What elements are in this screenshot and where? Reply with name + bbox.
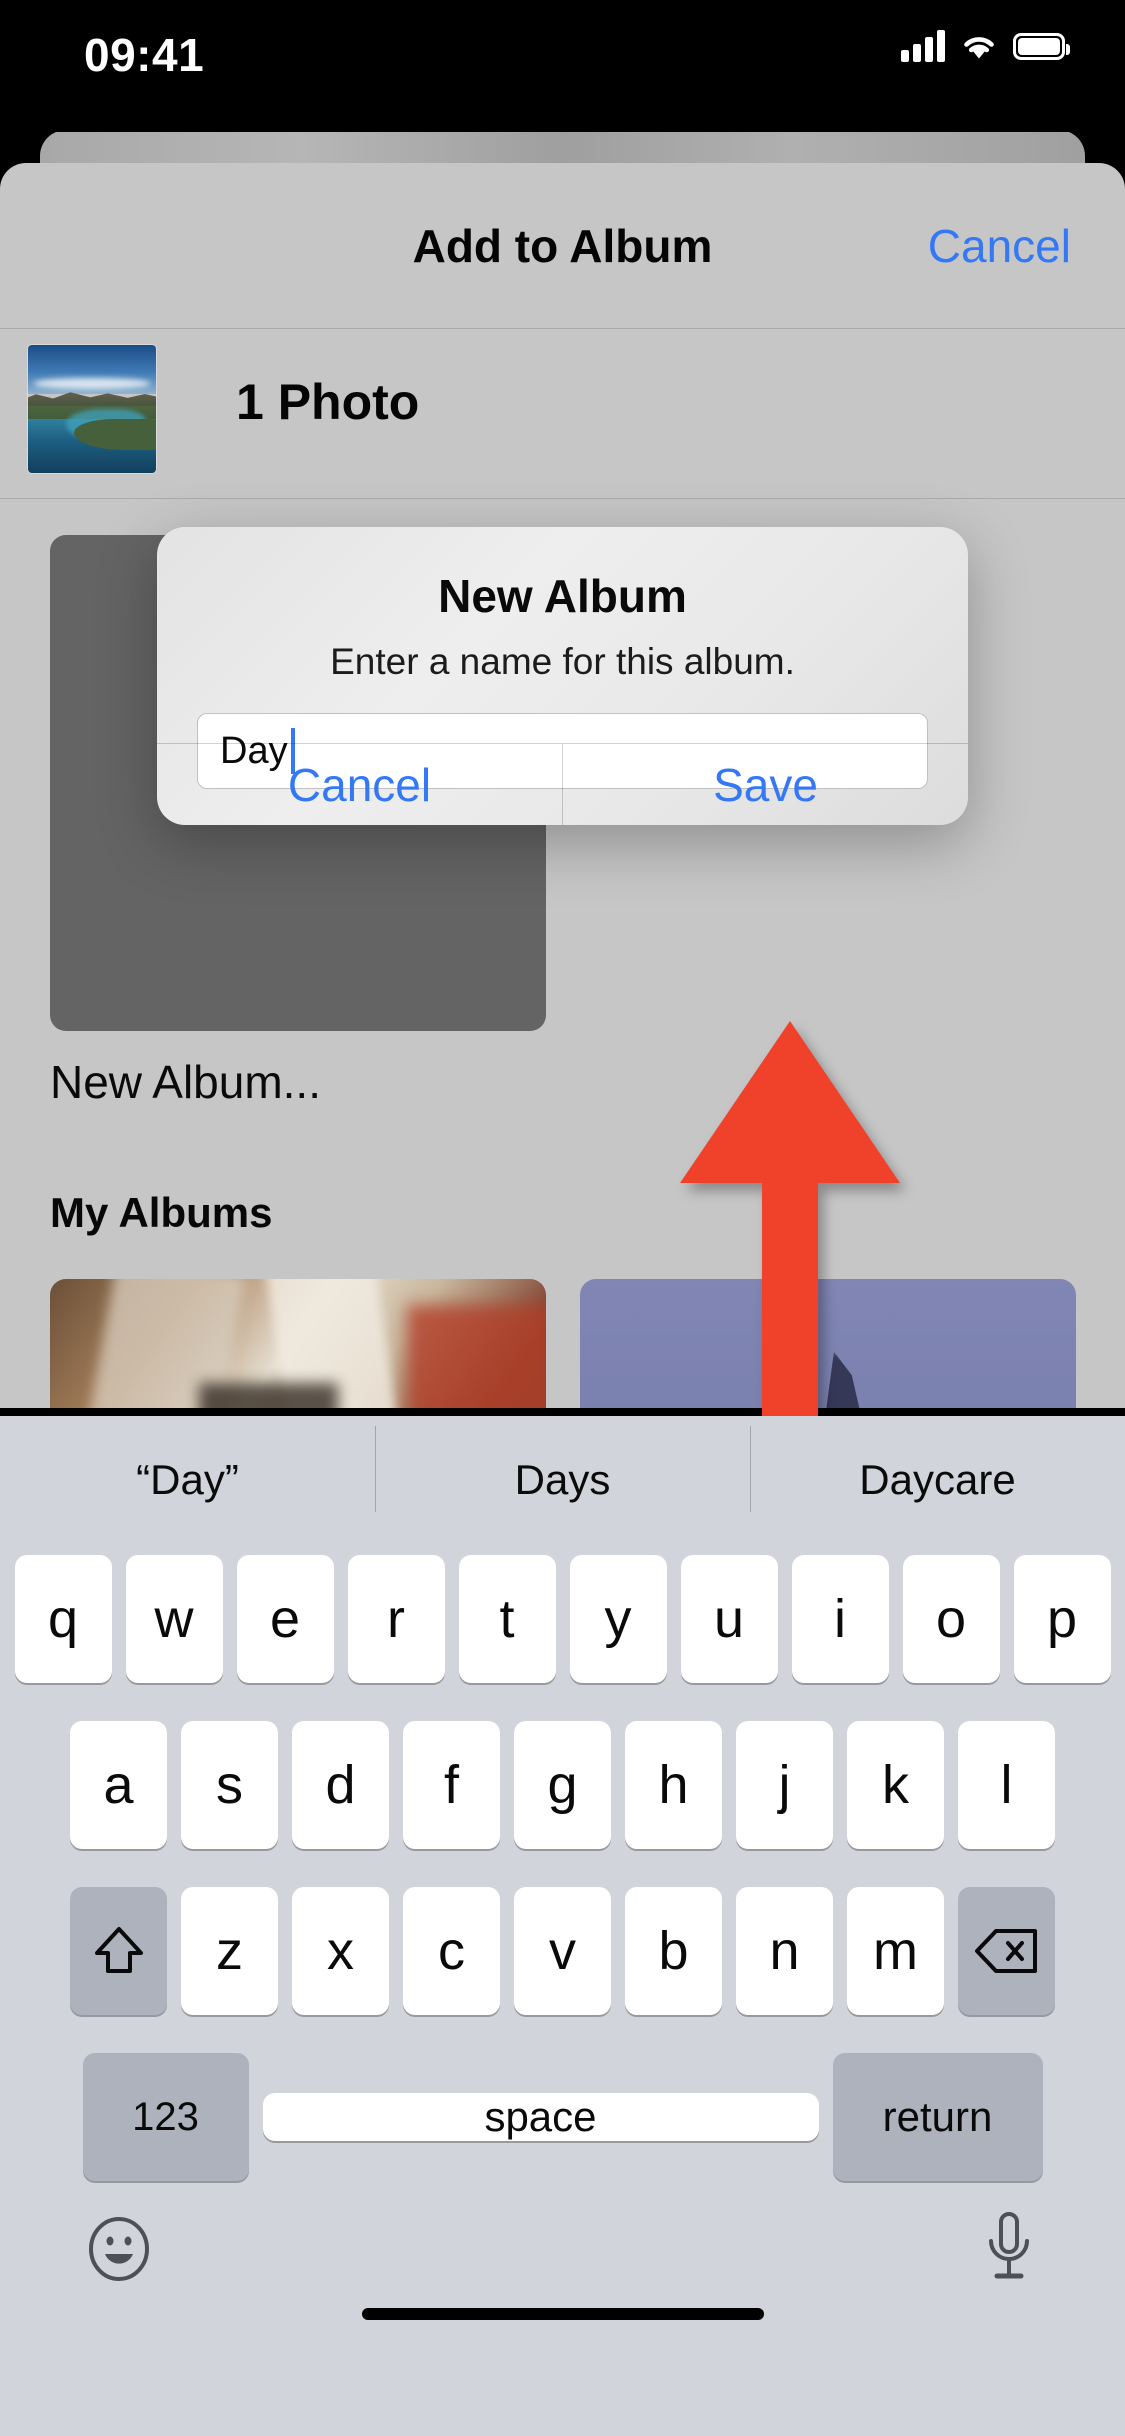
keyboard-row-3: z x c v b n m — [0, 1876, 1125, 2026]
key-a[interactable]: a — [70, 1721, 167, 1849]
key-k[interactable]: k — [847, 1721, 944, 1849]
keyboard-bottom-bar — [0, 2192, 1125, 2342]
alert-title: New Album — [438, 570, 687, 622]
predictive-suggestion-bar: “Day” Days Daycare — [0, 1416, 1125, 1544]
battery-icon — [1013, 32, 1070, 60]
wifi-icon — [964, 37, 994, 59]
key-t[interactable]: t — [458, 1555, 556, 1683]
new-album-alert: New Album Enter a name for this album. D… — [157, 527, 968, 825]
keyboard-row-4: 123 space return — [0, 2042, 1125, 2192]
alert-message: Enter a name for this album. — [330, 641, 795, 682]
key-x[interactable]: x — [292, 1887, 389, 2015]
keyboard-row-2: a s d f g h j k l — [0, 1710, 1125, 1860]
key-o[interactable]: o — [902, 1555, 1000, 1683]
key-n[interactable]: n — [736, 1887, 833, 2015]
key-p[interactable]: p — [1013, 1555, 1111, 1683]
key-g[interactable]: g — [514, 1721, 611, 1849]
album-thumbnail-1[interactable] — [50, 1279, 546, 1408]
key-e[interactable]: e — [236, 1555, 334, 1683]
space-key[interactable]: space — [262, 2093, 819, 2141]
alert-cancel-button[interactable]: Cancel — [157, 744, 562, 825]
key-m[interactable]: m — [847, 1887, 944, 2015]
key-c[interactable]: c — [403, 1887, 500, 2015]
photo-count-label: 1 Photo — [236, 374, 420, 430]
home-indicator[interactable] — [361, 2308, 764, 2320]
key-l[interactable]: l — [958, 1721, 1055, 1849]
key-b[interactable]: b — [625, 1887, 722, 2015]
key-q[interactable]: q — [14, 1555, 112, 1683]
status-bar-time: 09:41 — [84, 29, 205, 81]
key-j[interactable]: j — [736, 1721, 833, 1849]
key-s[interactable]: s — [181, 1721, 278, 1849]
key-d[interactable]: d — [292, 1721, 389, 1849]
shift-icon — [94, 1927, 143, 1973]
on-screen-keyboard: “Day” Days Daycare q w e r t y u i o p a… — [0, 1416, 1125, 2436]
key-v[interactable]: v — [514, 1887, 611, 2015]
key-w[interactable]: w — [125, 1555, 223, 1683]
new-album-label[interactable]: New Album... — [50, 1055, 321, 1109]
suggestion-2[interactable]: Daycare — [750, 1426, 1125, 1512]
key-u[interactable]: u — [680, 1555, 778, 1683]
key-f[interactable]: f — [403, 1721, 500, 1849]
key-h[interactable]: h — [625, 1721, 722, 1849]
alert-actions: Cancel Save — [157, 744, 968, 825]
suggestion-1[interactable]: Days — [375, 1426, 750, 1512]
return-key[interactable]: return — [832, 2053, 1043, 2181]
my-albums-section-header: My Albums — [50, 1189, 273, 1236]
alert-save-button[interactable]: Save — [563, 744, 968, 825]
key-r[interactable]: r — [347, 1555, 445, 1683]
sheet-nav-bar: Add to Album Cancel — [0, 163, 1125, 329]
emoji-icon[interactable] — [86, 2216, 152, 2282]
selected-photo-row: 1 Photo — [0, 329, 1125, 499]
albums-grid: New Album... My Albums — [0, 499, 1125, 1408]
selected-photo-thumbnail — [28, 345, 156, 473]
numbers-key[interactable]: 123 — [82, 2053, 249, 2181]
iphone-screen: 09:41 Add to Album Cancel 1 Photo New Al… — [0, 0, 1125, 2436]
sheet-cancel-button[interactable]: Cancel — [928, 219, 1071, 273]
key-y[interactable]: y — [569, 1555, 667, 1683]
suggestion-0[interactable]: “Day” — [0, 1456, 375, 1504]
key-i[interactable]: i — [791, 1555, 889, 1683]
shift-key[interactable] — [70, 1887, 167, 2015]
backspace-key[interactable] — [958, 1887, 1055, 2015]
backspace-icon — [974, 1929, 1037, 1973]
key-z[interactable]: z — [181, 1887, 278, 2015]
keyboard-row-1: q w e r t y u i o p — [0, 1544, 1125, 1694]
cellular-signal-icon — [901, 30, 945, 62]
status-bar: 09:41 — [0, 0, 1125, 132]
status-bar-indicators — [901, 30, 1070, 62]
microphone-icon[interactable] — [979, 2210, 1039, 2288]
